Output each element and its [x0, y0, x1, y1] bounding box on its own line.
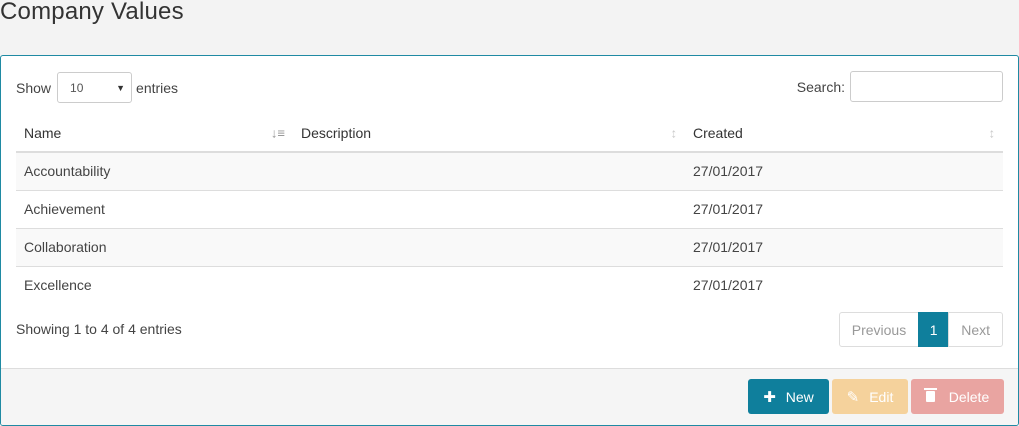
- panel-body: Show 10 ▼ entries Search: Name ↓≡ Descri…: [1, 56, 1018, 370]
- search-control: Search:: [797, 71, 1003, 102]
- table-row[interactable]: Excellence 27/01/2017: [16, 265, 1003, 304]
- pagination: Previous 1 Next: [838, 312, 1003, 347]
- chevron-down-icon: ▼: [116, 82, 126, 93]
- cell-description: [293, 189, 685, 228]
- search-label: Search:: [796, 78, 845, 95]
- cell-name: Achievement: [16, 189, 293, 228]
- page-length-control: Show 10 ▼ entries: [16, 72, 178, 103]
- cell-created: 27/01/2017: [685, 152, 1003, 190]
- delete-button[interactable]: Delete: [911, 379, 1004, 414]
- delete-button-label: Delete: [948, 388, 990, 405]
- table-row[interactable]: Achievement 27/01/2017: [16, 189, 1003, 228]
- new-button-label: New: [785, 388, 814, 405]
- plus-icon: ✚: [763, 388, 776, 406]
- entries-label: entries: [136, 79, 179, 96]
- page-1-button[interactable]: 1: [918, 312, 950, 347]
- table-header-row: Name ↓≡ Description ↕ Created ↕: [16, 114, 1003, 153]
- cell-created: 27/01/2017: [685, 227, 1003, 266]
- panel-footer: ✚ New ✎ Edit Delete: [1, 368, 1018, 425]
- sort-ascending-icon: ↓≡: [270, 125, 285, 140]
- cell-description: [293, 152, 685, 190]
- previous-page-button[interactable]: Previous: [838, 312, 920, 347]
- column-header-created[interactable]: Created ↕: [685, 114, 1003, 153]
- cell-name: Accountability: [16, 152, 293, 190]
- table-row[interactable]: Accountability 27/01/2017: [16, 152, 1003, 190]
- search-input[interactable]: [850, 71, 1003, 102]
- edit-button[interactable]: ✎ Edit: [832, 379, 908, 414]
- values-panel: Show 10 ▼ entries Search: Name ↓≡ Descri…: [0, 55, 1019, 426]
- cell-description: [293, 227, 685, 266]
- table-row[interactable]: Collaboration 27/01/2017: [16, 227, 1003, 266]
- cell-name: Collaboration: [16, 227, 293, 266]
- cell-created: 27/01/2017: [685, 189, 1003, 228]
- sort-icon: ↕: [988, 125, 996, 140]
- page-length-value: 10: [70, 80, 84, 95]
- new-button[interactable]: ✚ New: [748, 379, 829, 414]
- edit-button-label: Edit: [869, 388, 894, 405]
- cell-description: [293, 265, 685, 304]
- sort-icon: ↕: [670, 125, 678, 140]
- column-header-description[interactable]: Description ↕: [293, 114, 685, 153]
- cell-name: Excellence: [16, 265, 293, 304]
- table-info: Showing 1 to 4 of 4 entries: [16, 321, 182, 337]
- column-header-name[interactable]: Name ↓≡: [16, 114, 293, 153]
- cell-created: 27/01/2017: [685, 265, 1003, 304]
- values-table: Name ↓≡ Description ↕ Created ↕ Accounta…: [16, 114, 1003, 304]
- pencil-icon: ✎: [846, 388, 860, 406]
- next-page-button[interactable]: Next: [948, 312, 1003, 347]
- page-title: Company Values: [0, 0, 184, 25]
- trash-icon: [923, 388, 937, 402]
- page-length-select[interactable]: 10 ▼: [57, 72, 133, 103]
- show-label: Show: [16, 79, 52, 96]
